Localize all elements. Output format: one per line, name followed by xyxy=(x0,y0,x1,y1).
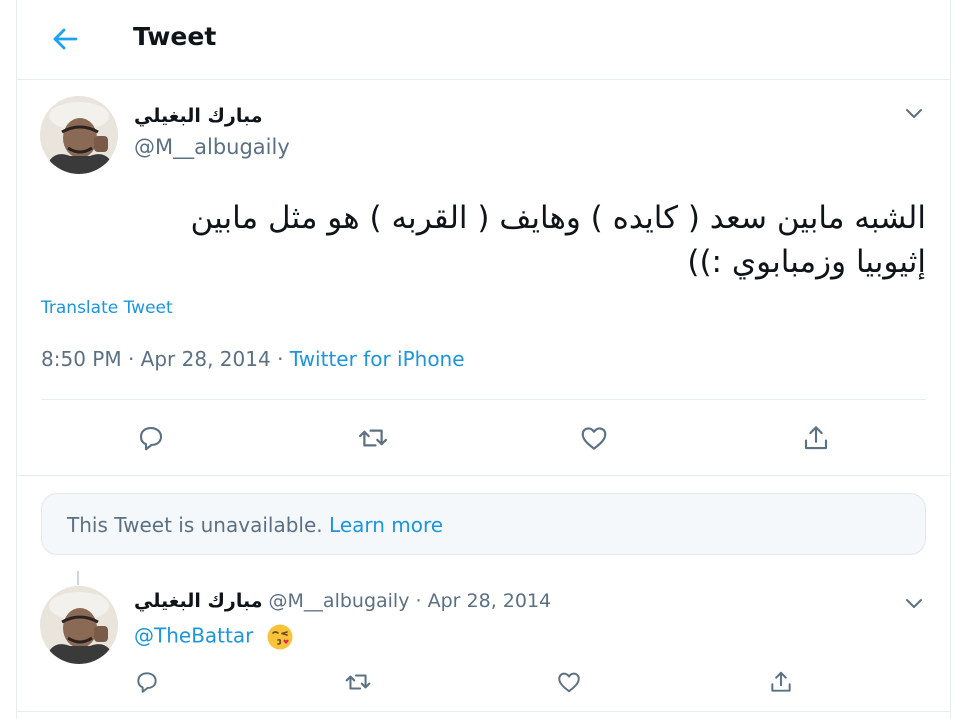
separator: · xyxy=(415,590,422,612)
back-button[interactable] xyxy=(46,20,84,58)
tweet-time[interactable]: 8:50 PM xyxy=(41,347,122,371)
arrow-left-icon xyxy=(53,28,78,50)
more-options-button[interactable] xyxy=(899,99,929,129)
kissing-face-emoji-icon xyxy=(267,624,293,650)
divider xyxy=(16,711,951,712)
retweet-icon xyxy=(345,674,371,690)
thread-connector xyxy=(77,571,79,585)
unavailable-text: This Tweet is unavailable. Learn more xyxy=(67,513,443,537)
tweet-source-link[interactable]: Twitter for iPhone xyxy=(290,347,465,371)
reply-text: @TheBattar xyxy=(134,623,294,651)
like-icon xyxy=(581,427,607,450)
tweet-text-line: الشبه مابين سعد ( كايده ) وهايف ( القربه… xyxy=(190,200,927,236)
like-button[interactable] xyxy=(549,662,589,702)
learn-more-link[interactable]: Learn more xyxy=(329,513,443,537)
tweet-date[interactable]: Apr 28, 2014 xyxy=(428,590,552,612)
author-name[interactable]: مبارك البغيلي xyxy=(134,105,262,127)
chevron-down-icon xyxy=(906,109,922,118)
retweet-button[interactable] xyxy=(353,418,393,458)
reply-icon xyxy=(137,672,157,693)
like-icon xyxy=(558,672,580,693)
unavailable-message: This Tweet is unavailable. xyxy=(67,513,323,537)
more-options-button[interactable] xyxy=(899,589,929,619)
reply-button[interactable] xyxy=(127,662,167,702)
author-name[interactable]: مبارك البغيلي xyxy=(134,590,262,612)
share-icon xyxy=(804,426,828,450)
share-icon xyxy=(771,671,791,692)
share-button[interactable] xyxy=(796,418,836,458)
chevron-down-icon xyxy=(906,599,922,608)
translate-tweet-link[interactable]: Translate Tweet xyxy=(41,298,173,318)
reply-icon xyxy=(139,426,163,451)
author-handle[interactable]: @M__albugaily xyxy=(134,135,290,159)
divider xyxy=(16,475,951,476)
tweet-date[interactable]: Apr 28, 2014 xyxy=(141,347,271,371)
reply-button[interactable] xyxy=(131,418,171,458)
retweet-button[interactable] xyxy=(338,662,378,702)
separator: · xyxy=(127,347,135,371)
tweet-text-line: إثيوبيا وزمبابوي :)) xyxy=(687,244,926,280)
reply-header: مبارك البغيلي @M__albugaily · Apr 28, 20… xyxy=(134,590,551,612)
avatar[interactable] xyxy=(40,586,118,664)
share-button[interactable] xyxy=(761,662,801,702)
separator: · xyxy=(277,347,284,371)
unavailable-tweet-notice: This Tweet is unavailable. Learn more xyxy=(41,493,926,555)
avatar[interactable] xyxy=(40,96,118,174)
tweet-metadata: 8:50 PM · Apr 28, 2014 · Twitter for iPh… xyxy=(41,347,465,371)
author-handle[interactable]: @M__albugaily xyxy=(269,590,410,612)
like-button[interactable] xyxy=(574,418,614,458)
page-header: Tweet xyxy=(16,0,951,80)
retweet-icon xyxy=(358,429,388,447)
mention-link[interactable]: @TheBattar xyxy=(134,624,253,648)
divider xyxy=(41,399,926,400)
page-title: Tweet xyxy=(133,22,217,51)
tweet-text: الشبه مابين سعد ( كايده ) وهايف ( القربه… xyxy=(66,196,927,284)
